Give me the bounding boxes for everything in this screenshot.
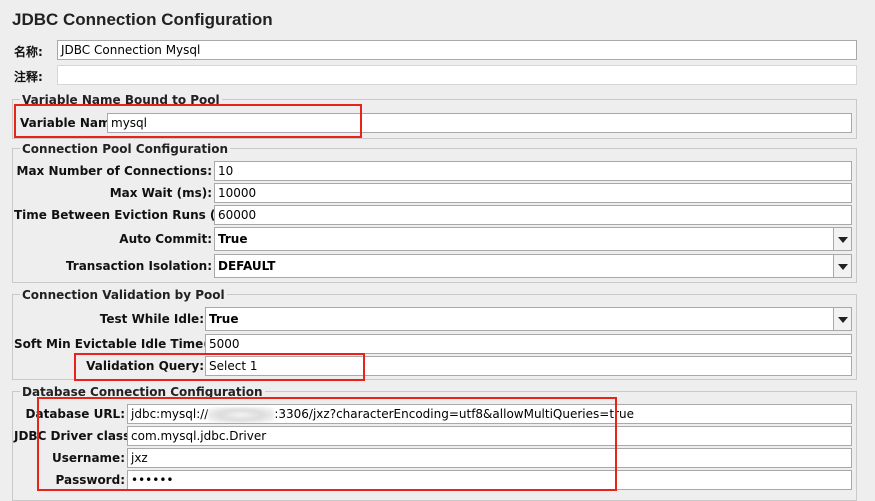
chevron-down-icon[interactable] (833, 228, 851, 250)
page-title: JDBC Connection Configuration (12, 10, 273, 29)
max-connections-label: Max Number of Connections: (16, 164, 212, 178)
transaction-isolation-select[interactable]: DEFAULT (214, 254, 852, 278)
max-connections-input[interactable]: 10 (214, 161, 852, 181)
transaction-isolation-label: Transaction Isolation: (65, 259, 212, 273)
chevron-down-icon[interactable] (833, 308, 851, 330)
auto-commit-value: True (218, 232, 248, 246)
highlight-box-database-connection (37, 397, 617, 491)
validation-group-legend: Connection Validation by Pool (20, 288, 227, 302)
test-while-idle-select[interactable]: True (205, 307, 852, 331)
comment-input[interactable] (57, 65, 857, 85)
soft-min-idle-input[interactable]: 5000 (205, 334, 852, 354)
highlight-box-variable-name (14, 104, 362, 138)
name-input[interactable]: JDBC Connection Mysql (57, 40, 857, 60)
test-while-idle-value: True (209, 312, 239, 326)
max-wait-label: Max Wait (ms): (109, 186, 212, 200)
name-label: 名称: (14, 45, 43, 59)
highlight-box-validation-query (74, 353, 365, 381)
eviction-runs-label: Time Between Eviction Runs (ms): (14, 208, 246, 222)
eviction-runs-input[interactable]: 60000 (214, 205, 852, 225)
transaction-isolation-value: DEFAULT (218, 259, 276, 273)
max-wait-input[interactable]: 10000 (214, 183, 852, 203)
soft-min-idle-label: Soft Min Evictable Idle Time(ms): (14, 337, 239, 351)
comment-label: 注释: (14, 70, 43, 84)
test-while-idle-label: Test While Idle: (99, 312, 204, 326)
auto-commit-label: Auto Commit: (119, 232, 212, 246)
auto-commit-select[interactable]: True (214, 227, 852, 251)
chevron-down-icon[interactable] (833, 255, 851, 277)
pool-group-legend: Connection Pool Configuration (20, 142, 231, 156)
